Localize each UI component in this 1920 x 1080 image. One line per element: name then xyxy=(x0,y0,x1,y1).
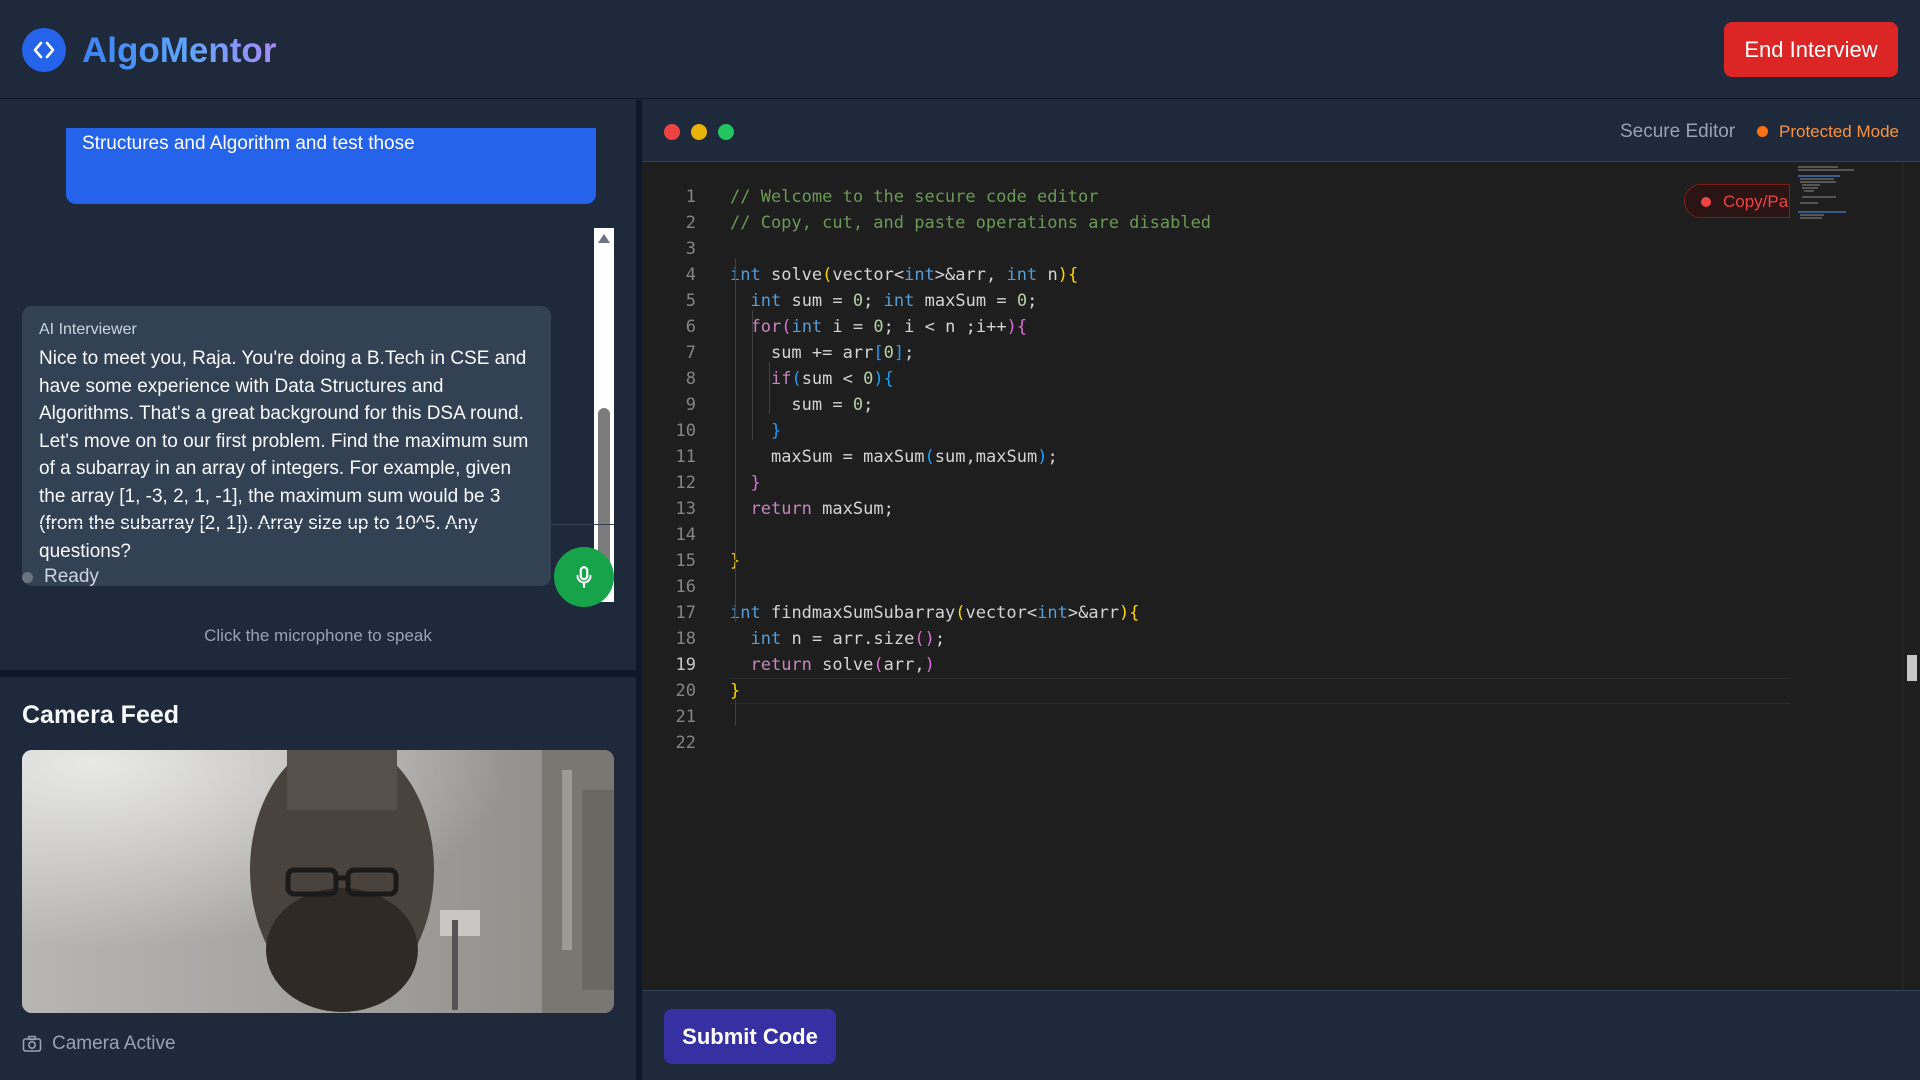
end-interview-button[interactable]: End Interview xyxy=(1724,22,1898,77)
scroll-position-marker xyxy=(1907,655,1917,681)
alert-dot-icon xyxy=(1701,197,1711,207)
code-line: } xyxy=(730,681,741,701)
code-line: sum += arr[0]; xyxy=(770,343,915,363)
line-number: 5 xyxy=(685,291,696,311)
code-line: int findmaxSumSubarray(vector<int>&arr){ xyxy=(730,603,1140,623)
editor-toolbar: Secure Editor Protected Mode xyxy=(642,100,1920,162)
code-line: sum = 0; xyxy=(791,395,874,415)
status-indicator xyxy=(22,572,33,583)
window-maximize-icon xyxy=(718,124,734,140)
code-line: } xyxy=(770,421,782,441)
line-number: 10 xyxy=(675,421,696,441)
line-number: 9 xyxy=(685,395,696,415)
indent-guide xyxy=(752,310,753,440)
line-number: 1 xyxy=(685,187,696,207)
line-numbers: 1 2 3 4 5 6 7 8 9 10 11 12 13 14 15 16 1… xyxy=(642,184,696,756)
scroll-up-icon[interactable] xyxy=(598,234,610,243)
editor-scrollbar[interactable] xyxy=(1902,162,1920,990)
line-number: 2 xyxy=(685,213,696,233)
camera-title: Camera Feed xyxy=(22,701,180,729)
line-number: 21 xyxy=(675,707,696,727)
indent-guide xyxy=(769,362,770,414)
line-number: 15 xyxy=(675,551,696,571)
editor-footer: Submit Code xyxy=(642,990,1920,1080)
chat-pane: Engineering and I have a little bit expe… xyxy=(0,100,636,670)
code-line: } xyxy=(750,473,761,493)
message-sender: AI Interviewer xyxy=(39,321,137,338)
indent-guide xyxy=(735,700,736,726)
line-number: 14 xyxy=(675,525,696,545)
line-number-active: 19 xyxy=(675,655,696,675)
status-text: Ready xyxy=(44,566,99,587)
line-number: 16 xyxy=(675,577,696,597)
camera-icon xyxy=(22,1035,42,1052)
minimap[interactable] xyxy=(1790,162,1902,990)
window-close-icon xyxy=(664,124,680,140)
indent-guide xyxy=(735,258,736,622)
code-line: int n = arr.size(); xyxy=(750,629,946,649)
code-editor[interactable]: 1 2 3 4 5 6 7 8 9 10 11 12 13 14 15 16 1… xyxy=(642,162,1920,990)
ai-message: AI Interviewer Nice to meet you, Raja. Y… xyxy=(22,306,551,586)
code-line: // Welcome to the secure code editor xyxy=(730,187,1099,207)
divider xyxy=(22,524,614,525)
code-line: for(int i = 0; i < n ;i++){ xyxy=(750,317,1028,337)
code-brackets-icon xyxy=(22,28,66,72)
code-line: int solve(vector<int>&arr, int n){ xyxy=(730,265,1079,285)
code-line: maxSum = maxSum(sum,maxSum); xyxy=(770,447,1058,467)
line-number: 3 xyxy=(685,239,696,259)
code-content[interactable]: // Welcome to the secure code editor // C… xyxy=(730,184,1790,756)
left-column: Engineering and I have a little bit expe… xyxy=(0,100,636,1080)
code-line: } xyxy=(730,548,1790,574)
camera-video xyxy=(22,750,614,1013)
line-number: 17 xyxy=(675,603,696,623)
submit-code-button[interactable]: Submit Code xyxy=(664,1009,836,1064)
user-message: Engineering and I have a little bit expe… xyxy=(66,128,596,204)
message-text: Nice to meet you, Raja. You're doing a B… xyxy=(39,348,529,562)
line-number: 18 xyxy=(675,629,696,649)
mic-hint: Click the microphone to speak xyxy=(204,626,432,645)
camera-status: Camera Active xyxy=(22,1033,176,1055)
line-number: 13 xyxy=(675,499,696,519)
app-header: AlgoMentor End Interview xyxy=(0,0,1920,99)
line-number: 7 xyxy=(685,343,696,363)
code-line: return solve(arr,) xyxy=(750,655,935,675)
line-number: 12 xyxy=(675,473,696,493)
editor-title: Secure Editor xyxy=(1620,121,1736,142)
code-line: int sum = 0; int maxSum = 0; xyxy=(750,291,1038,311)
code-line: if(sum < 0){ xyxy=(770,369,894,389)
copy-paste-disabled-badge: Copy/Pa xyxy=(1684,184,1790,218)
line-number: 11 xyxy=(675,447,696,467)
line-number: 20 xyxy=(675,681,696,701)
microphone-button[interactable] xyxy=(554,547,614,607)
line-number: 4 xyxy=(685,265,696,285)
line-number: 22 xyxy=(675,733,696,753)
app-title: AlgoMentor xyxy=(82,31,277,70)
camera-pane: Camera Feed Camera Active xyxy=(0,677,636,1080)
section-divider xyxy=(0,670,636,677)
copy-badge-text: Copy/Pa xyxy=(1723,192,1789,211)
chat-messages[interactable]: Engineering and I have a little bit expe… xyxy=(22,128,614,602)
camera-status-text: Camera Active xyxy=(52,1033,176,1054)
protected-indicator xyxy=(1757,126,1768,137)
microphone-icon xyxy=(576,566,592,588)
line-number: 8 xyxy=(685,369,696,389)
protected-mode-label: Protected Mode xyxy=(1779,122,1900,141)
chat-scrollbar[interactable] xyxy=(594,228,614,602)
line-number: 6 xyxy=(685,317,696,337)
window-minimize-icon xyxy=(691,124,707,140)
editor-panel: Secure Editor Protected Mode 1 2 3 4 5 6… xyxy=(642,100,1920,1080)
code-line: return maxSum; xyxy=(750,499,894,519)
code-line: // Copy, cut, and paste operations are d… xyxy=(730,213,1212,233)
